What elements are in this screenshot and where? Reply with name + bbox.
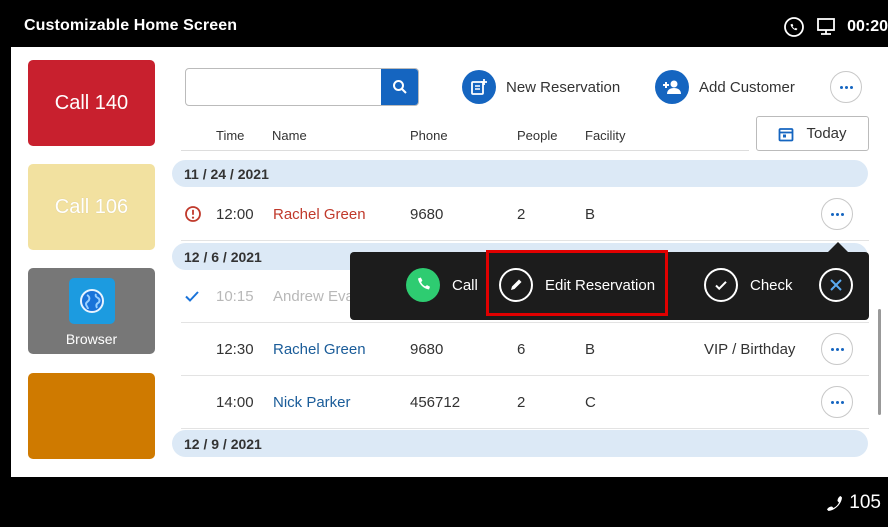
more-icon (839, 85, 853, 89)
call-status-icon (783, 16, 805, 38)
network-icon (815, 16, 837, 38)
row-phone: 456712 (410, 394, 461, 411)
table-header: Time Name Phone People Facility (181, 125, 749, 151)
phone-icon (406, 268, 440, 302)
tile-label: Call 140 (54, 91, 129, 114)
call-action-label: Call (452, 276, 478, 294)
row-more-button[interactable] (821, 386, 853, 418)
row-name: Nick Parker (273, 394, 351, 411)
date-group-header: 12 / 9 / 2021 (172, 430, 868, 457)
tile-label: Call 106 (54, 195, 129, 218)
table-row[interactable]: 14:00 Nick Parker 456712 2 C (181, 377, 869, 429)
tile-label: Browser (65, 330, 118, 347)
search-icon (392, 80, 407, 94)
column-header-facility: Facility (585, 128, 626, 143)
search-box (185, 68, 419, 106)
alert-icon (184, 205, 202, 227)
app-title: Customizable Home Screen (24, 17, 238, 34)
row-phone: 9680 (410, 341, 444, 358)
call-action-button[interactable]: Call (406, 268, 478, 302)
today-button[interactable]: Today (756, 116, 869, 151)
row-time: 10:15 (216, 288, 254, 305)
new-reservation-button[interactable]: New Reservation (462, 70, 620, 104)
globe-icon (68, 277, 115, 324)
row-name: Rachel Green (273, 206, 366, 223)
add-person-icon (655, 70, 689, 104)
row-people: 6 (517, 341, 526, 358)
tile-empty[interactable] (28, 373, 155, 459)
add-customer-label: Add Customer (699, 78, 795, 96)
today-label: Today (806, 125, 847, 142)
tile-call-140[interactable]: Call 140 (28, 60, 155, 146)
search-button[interactable] (381, 69, 418, 105)
close-icon (819, 268, 853, 302)
date-group-header: 11 / 24 / 2021 (172, 160, 868, 187)
check-icon (704, 268, 738, 302)
row-phone: 9680 (410, 206, 444, 223)
table-row[interactable]: 12:00 Rachel Green 9680 2 B (181, 189, 869, 241)
top-bar: Customizable Home Screen 00:20 (11, 8, 888, 47)
clock: 00:20 (847, 18, 888, 35)
add-customer-button[interactable]: Add Customer (655, 70, 795, 104)
extension-indicator: 105 (825, 492, 881, 514)
calendar-icon (779, 127, 794, 141)
row-people: 2 (517, 206, 526, 223)
more-icon (830, 400, 844, 404)
row-people: 2 (517, 394, 526, 411)
row-time: 12:30 (216, 341, 254, 358)
row-time: 12:00 (216, 206, 254, 223)
new-reservation-label: New Reservation (506, 78, 621, 96)
more-icon (830, 212, 844, 216)
new-reservation-icon (462, 70, 496, 104)
close-popup-button[interactable] (819, 268, 853, 302)
check-action-label: Check (750, 276, 793, 294)
search-input[interactable] (186, 69, 382, 105)
main-area: Call 140 Call 106 Browser New Reservatio… (11, 47, 888, 477)
toolbar-more-button[interactable] (830, 71, 862, 103)
row-name: Andrew Eva (273, 288, 354, 305)
checkmark-icon (184, 288, 200, 308)
extension-number: 105 (849, 492, 881, 513)
row-more-button[interactable] (821, 198, 853, 230)
row-facility: C (585, 394, 596, 411)
scrollbar[interactable] (878, 309, 881, 415)
column-header-phone: Phone (410, 128, 448, 143)
more-icon (830, 347, 844, 351)
row-facility: B (585, 206, 596, 223)
row-time: 14:00 (216, 394, 254, 411)
status-area: 00:20 (783, 15, 888, 39)
highlight-box (486, 250, 668, 316)
row-facility: B (585, 341, 596, 358)
bottom-bar: 105 (11, 477, 888, 527)
column-header-name: Name (272, 128, 307, 143)
tile-browser[interactable]: Browser (28, 268, 155, 354)
tile-call-106[interactable]: Call 106 (28, 164, 155, 250)
column-header-people: People (517, 128, 558, 143)
row-name: Rachel Green (273, 341, 366, 358)
table-row[interactable]: 12:30 Rachel Green 9680 6 B VIP / Birthd… (181, 324, 869, 376)
row-note: VIP / Birthday (704, 341, 796, 358)
column-header-time: Time (216, 128, 245, 143)
row-more-button[interactable] (821, 333, 853, 365)
handset-icon (827, 496, 843, 511)
check-action-button[interactable]: Check (704, 268, 793, 302)
